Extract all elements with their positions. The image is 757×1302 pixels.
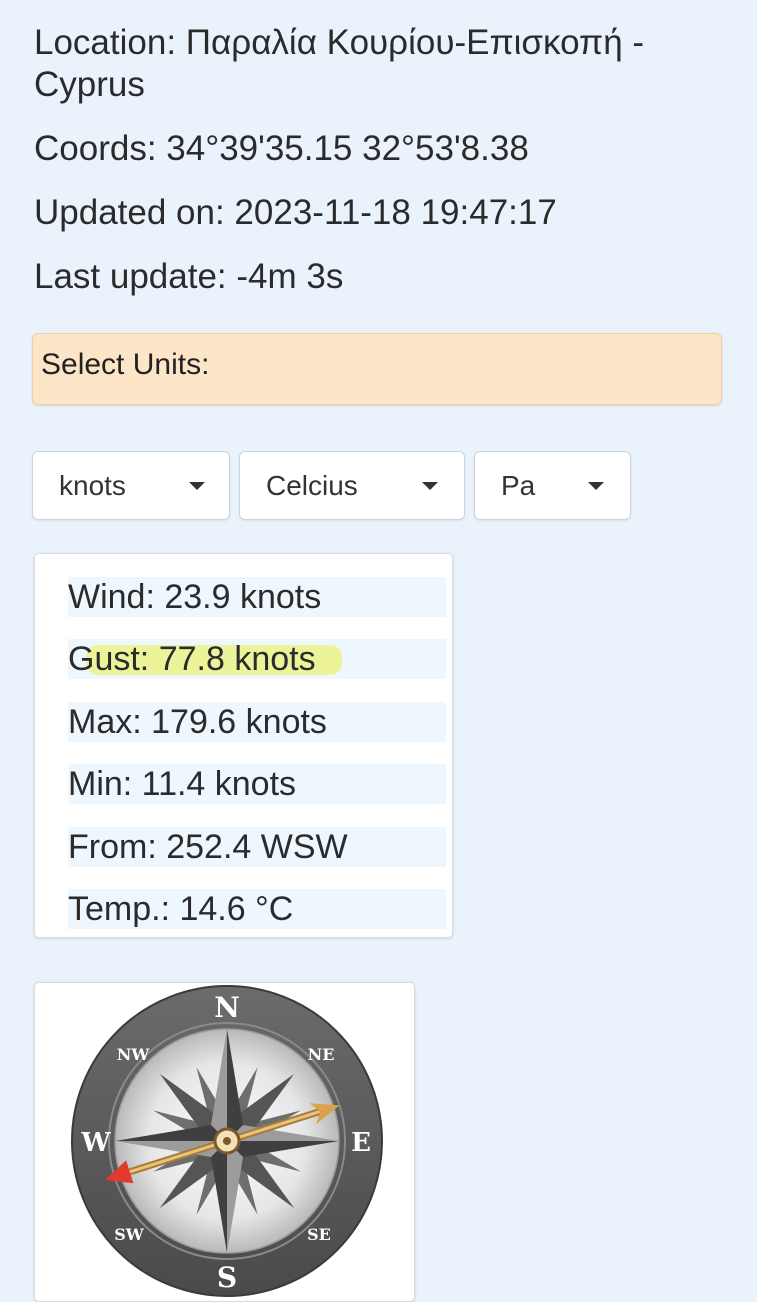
max-row: Max: 179.6 knots	[68, 702, 446, 742]
chevron-down-icon	[422, 482, 438, 490]
compass-card: N NE E SE S SW W NW	[34, 982, 415, 1302]
gust-reading: Gust: 77.8 knots	[68, 640, 316, 678]
min-row: Min: 11.4 knots	[68, 764, 446, 804]
wind-row: Wind: 23.9 knots	[68, 577, 446, 617]
last-update: Last update: -4m 3s	[34, 257, 344, 296]
direction-reading: From: 252.4 WSW	[68, 828, 348, 866]
wind-unit-value: knots	[59, 470, 126, 501]
compass-label-ne: NE	[308, 1045, 335, 1064]
compass-label-w: W	[80, 1128, 111, 1158]
min-reading: Min: 11.4 knots	[68, 765, 297, 803]
compass-label-nw: NW	[117, 1045, 151, 1064]
station-coords: Coords: 34°39'35.15 32°53'8.38	[34, 129, 529, 168]
temperature-unit-select[interactable]: Celcius	[239, 451, 465, 520]
from-row: From: 252.4 WSW	[68, 827, 446, 867]
wind-reading: Wind: 23.9 knots	[68, 578, 322, 616]
max-reading: Max: 179.6 knots	[68, 703, 327, 741]
compass-label-sw: SW	[114, 1225, 145, 1244]
station-location: Location: Παραλία Κουρίου-Επισκοπή - Cyp…	[34, 23, 645, 104]
temp-row: Temp.: 14.6 °C	[68, 889, 446, 929]
temperature-unit-value: Celcius	[266, 470, 358, 501]
readings-card: Wind: 23.9 knots Gust: 77.8 knots Max: 1…	[34, 553, 453, 938]
pressure-unit-select[interactable]: Pa	[474, 451, 631, 520]
compass-icon: N NE E SE S SW W NW	[71, 985, 383, 1297]
updated-on: Updated on: 2023-11-18 19:47:17	[34, 193, 557, 232]
temperature-reading: Temp.: 14.6 °C	[68, 890, 294, 928]
compass-label-n: N	[214, 991, 240, 1024]
chevron-down-icon	[588, 482, 604, 490]
select-units-banner: Select Units:	[32, 333, 722, 405]
compass-label-s: S	[217, 1261, 237, 1294]
pressure-unit-value: Pa	[501, 470, 536, 501]
select-units-label: Select Units:	[41, 348, 210, 381]
chevron-down-icon	[189, 482, 205, 490]
wind-unit-select[interactable]: knots	[32, 451, 230, 520]
compass-label-e: E	[351, 1128, 371, 1158]
gust-row: Gust: 77.8 knots	[68, 639, 446, 679]
compass-label-se: SE	[307, 1225, 331, 1244]
